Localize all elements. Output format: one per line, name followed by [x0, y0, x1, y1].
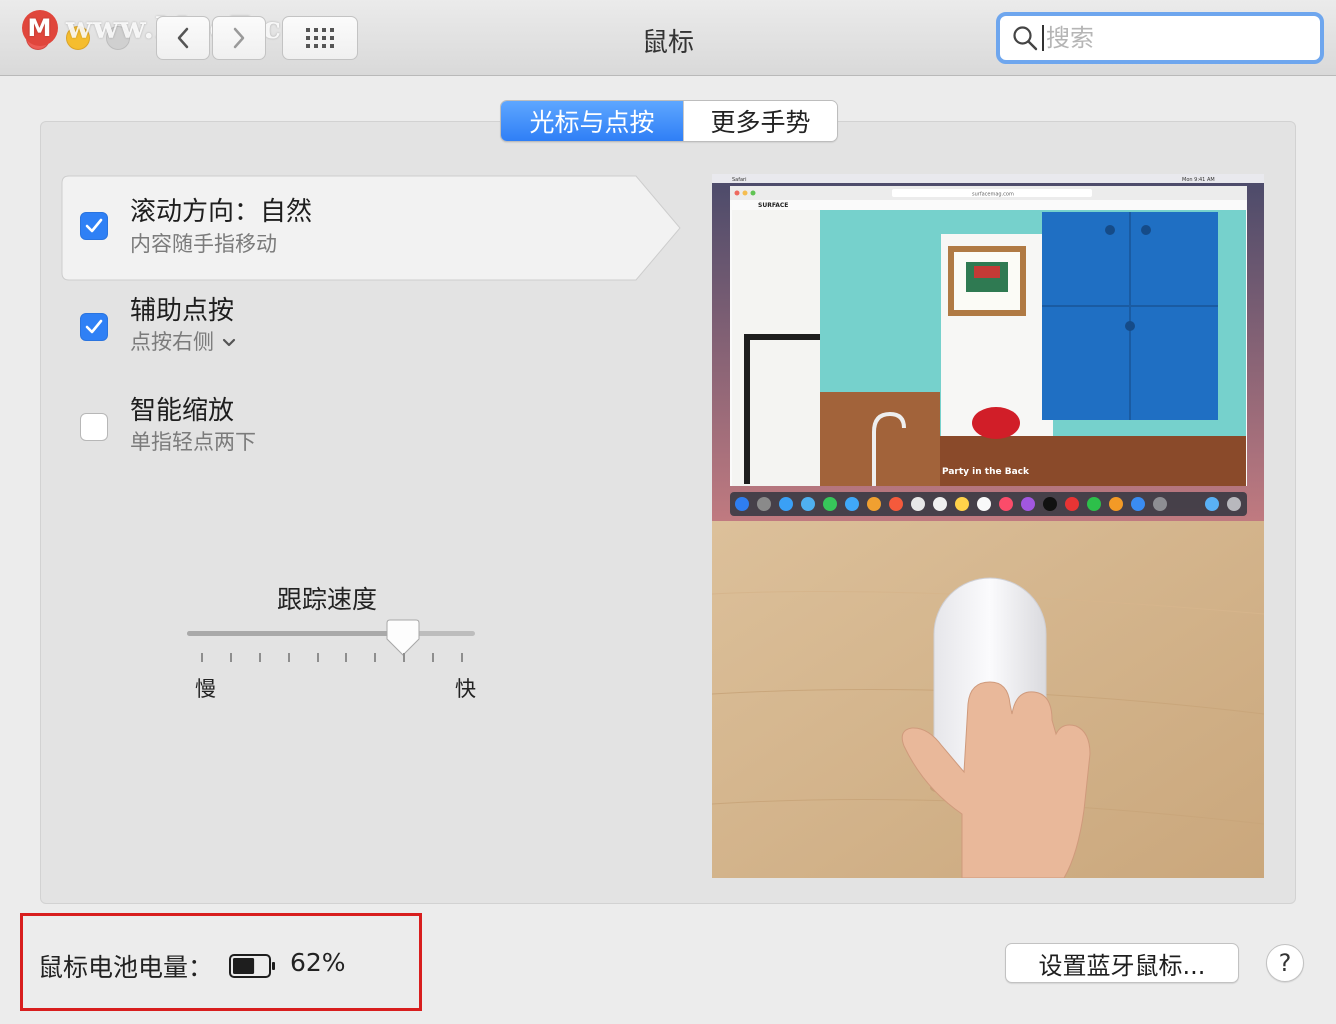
- option-smart-zoom[interactable]: 智能缩放 单指轻点两下: [41, 390, 681, 460]
- slider-tick: [229, 653, 232, 662]
- slow-label: 慢: [195, 677, 216, 701]
- checkbox-smart-zoom[interactable]: [80, 413, 108, 441]
- preview-illustration: Safari Mon 9:41 AM surfacemag.com SURFAC…: [712, 174, 1264, 878]
- option-secondary-click[interactable]: 辅助点按 点按右侧: [41, 290, 681, 360]
- title-bar: M www.MacZ.com 鼠标: [0, 0, 1336, 76]
- slider-tick: [403, 653, 406, 662]
- slider-fill: [187, 631, 403, 636]
- option-subtitle: 点按右侧: [130, 330, 214, 354]
- gesture-preview-image: Safari Mon 9:41 AM surfacemag.com SURFAC…: [712, 174, 1264, 878]
- slider-tick: [316, 653, 319, 662]
- slider-tick: [287, 653, 290, 662]
- help-button[interactable]: ?: [1266, 944, 1304, 982]
- checkmark-icon: [85, 218, 103, 233]
- battery-percentage: 62%: [290, 948, 346, 977]
- slider-tick: [345, 653, 348, 662]
- tab-more-gestures[interactable]: 更多手势: [683, 101, 837, 141]
- text-caret: [1042, 25, 1044, 51]
- tracking-speed-slider[interactable]: [187, 631, 475, 636]
- slider-thumb[interactable]: [386, 619, 420, 657]
- tab-bar: 光标与点按 更多手势: [500, 100, 838, 142]
- battery-icon: [229, 954, 275, 978]
- slider-tick: [432, 653, 435, 662]
- checkmark-icon: [85, 319, 103, 334]
- battery-label: 鼠标电池电量：: [38, 953, 214, 982]
- preview-headline: Party in the Back: [942, 467, 1030, 477]
- option-scroll-direction[interactable]: 滚动方向：自然 内容随手指移动: [61, 175, 681, 281]
- search-field[interactable]: [996, 12, 1324, 64]
- option-title: 智能缩放: [130, 396, 235, 426]
- secondary-click-dropdown[interactable]: 点按右侧: [130, 326, 236, 356]
- setup-bluetooth-mouse-button[interactable]: 设置蓝牙鼠标...: [1005, 943, 1239, 983]
- preview-clock: Mon 9:41 AM: [1182, 177, 1215, 183]
- fast-label: 快: [455, 677, 476, 701]
- slider-tick: [374, 653, 377, 662]
- slider-tick: [258, 653, 261, 662]
- settings-panel: 滚动方向：自然 内容随手指移动 辅助点按 点按右侧 智能缩放 单指轻点两下 跟踪…: [40, 121, 1296, 904]
- option-title: 滚动方向：自然: [130, 197, 313, 227]
- chevron-down-icon: [222, 338, 236, 347]
- tab-point-and-click[interactable]: 光标与点按: [501, 101, 683, 141]
- preview-site-name: SURFACE: [758, 202, 788, 209]
- slider-tick: [201, 653, 203, 662]
- checkbox-secondary-click[interactable]: [80, 313, 108, 341]
- preview-menubar: Safari: [732, 177, 747, 183]
- preview-url: surfacemag.com: [972, 192, 1014, 198]
- option-title: 辅助点按: [130, 296, 235, 326]
- slider-tick: [461, 653, 463, 662]
- tracking-speed-label: 跟踪速度: [277, 585, 378, 614]
- option-subtitle: 单指轻点两下: [130, 430, 256, 454]
- option-subtitle: 内容随手指移动: [130, 232, 277, 256]
- search-icon: [1013, 26, 1038, 51]
- search-input[interactable]: [1046, 24, 1286, 52]
- checkbox-scroll-direction[interactable]: [80, 212, 108, 240]
